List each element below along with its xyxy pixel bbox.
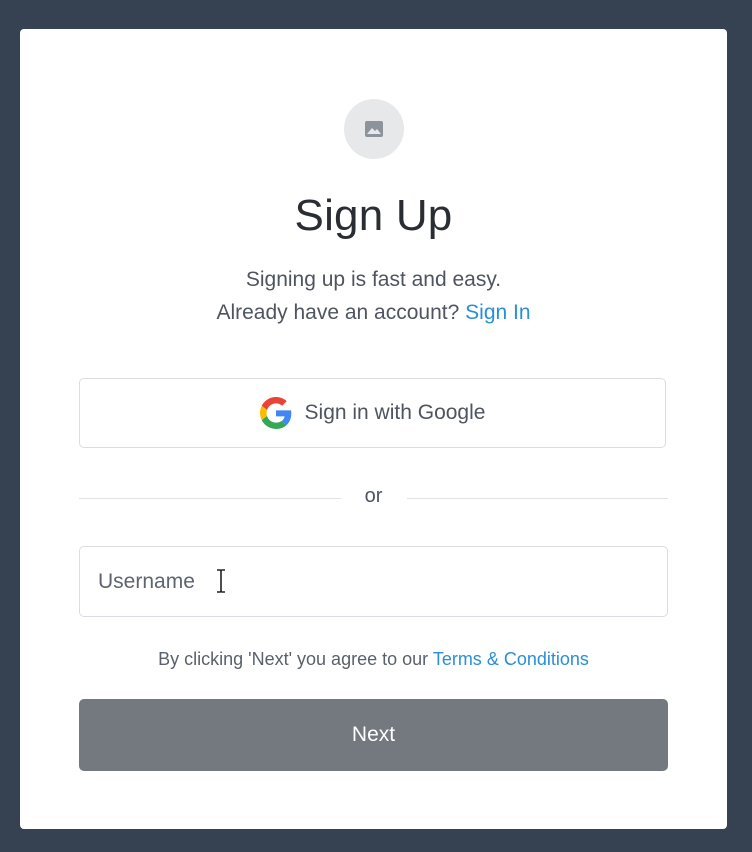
or-divider: or [79,483,668,513]
next-button[interactable]: Next [79,699,668,771]
signin-prompt-text: Already have an account? [216,301,460,324]
signup-card: Sign Up Signing up is fast and easy. Alr… [20,29,727,829]
google-signin-label: Sign in with Google [304,401,486,424]
subtitle-text: Signing up is fast and easy. [245,268,502,291]
logo-placeholder [344,99,404,159]
username-input[interactable] [79,546,668,617]
subtitle-block: Signing up is fast and easy. Already hav… [20,263,727,329]
google-icon [259,397,291,429]
terms-prefix: By clicking 'Next' you agree to our [158,649,429,669]
divider-line-right [407,498,668,499]
signin-link[interactable]: Sign In [465,301,530,324]
divider-label: or [364,485,383,507]
signin-prompt: Already have an account? Sign In [20,296,727,329]
google-signin-button[interactable]: Sign in with Google [79,378,666,448]
terms-link[interactable]: Terms & Conditions [433,649,589,669]
terms-text: By clicking 'Next' you agree to our Term… [20,649,727,670]
image-placeholder-icon [365,121,383,137]
page-title: Sign Up [294,191,453,240]
text-cursor-icon [217,569,225,593]
